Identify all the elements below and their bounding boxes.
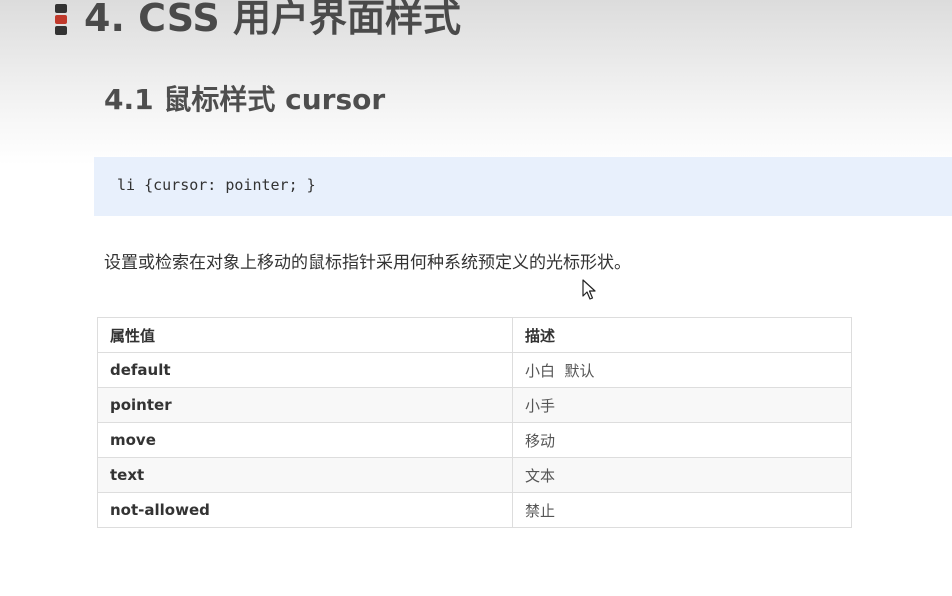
- cell-value: default: [97, 352, 513, 388]
- cursor-values-table: 属性值 描述 default 小白 默认 pointer 小手 move 移动 …: [97, 317, 852, 528]
- marker-bar-middle: [55, 15, 67, 24]
- cell-value: pointer: [97, 387, 513, 423]
- code-text: li {cursor: pointer; }: [117, 176, 316, 194]
- table-header-row: 属性值 描述: [97, 317, 852, 353]
- cell-value: move: [97, 422, 513, 458]
- cell-description: 文本: [512, 457, 852, 493]
- table-row: not-allowed 禁止: [97, 492, 852, 528]
- marker-bar-bottom: [55, 26, 67, 35]
- section-title: 4.1 鼠标样式 cursor: [104, 83, 386, 116]
- header-description: 描述: [512, 317, 852, 353]
- cell-description: 小白 默认: [512, 352, 852, 388]
- header-property-value: 属性值: [97, 317, 513, 353]
- table-row: text 文本: [97, 457, 852, 493]
- table-row: move 移动: [97, 422, 852, 458]
- slide: 4. CSS 用户界面样式 4.1 鼠标样式 cursor li {cursor…: [0, 0, 952, 596]
- marker-bar-top: [55, 4, 67, 13]
- cell-description: 移动: [512, 422, 852, 458]
- table-row: pointer 小手: [97, 387, 852, 423]
- cell-value: text: [97, 457, 513, 493]
- table-row: default 小白 默认: [97, 352, 852, 388]
- cell-description: 禁止: [512, 492, 852, 528]
- main-title: 4. CSS 用户界面样式: [84, 0, 461, 40]
- mouse-cursor-icon: [582, 279, 596, 300]
- code-block: li {cursor: pointer; }: [94, 157, 952, 216]
- cell-description: 小手: [512, 387, 852, 423]
- cell-value: not-allowed: [97, 492, 513, 528]
- title-marker-icon: [55, 4, 67, 36]
- description-text: 设置或检索在对象上移动的鼠标指针采用何种系统预定义的光标形状。: [104, 253, 631, 273]
